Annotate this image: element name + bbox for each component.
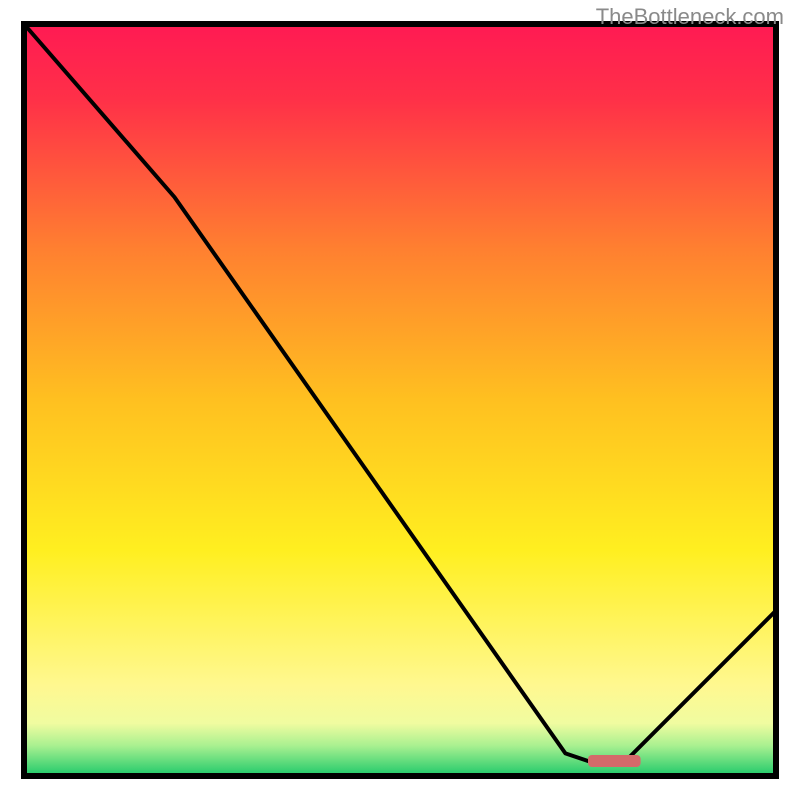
chart-svg [21,21,779,779]
optimal-range-marker [588,755,641,767]
chart-background [24,24,776,776]
chart-container [21,21,779,779]
watermark-text: TheBottleneck.com [596,4,784,30]
